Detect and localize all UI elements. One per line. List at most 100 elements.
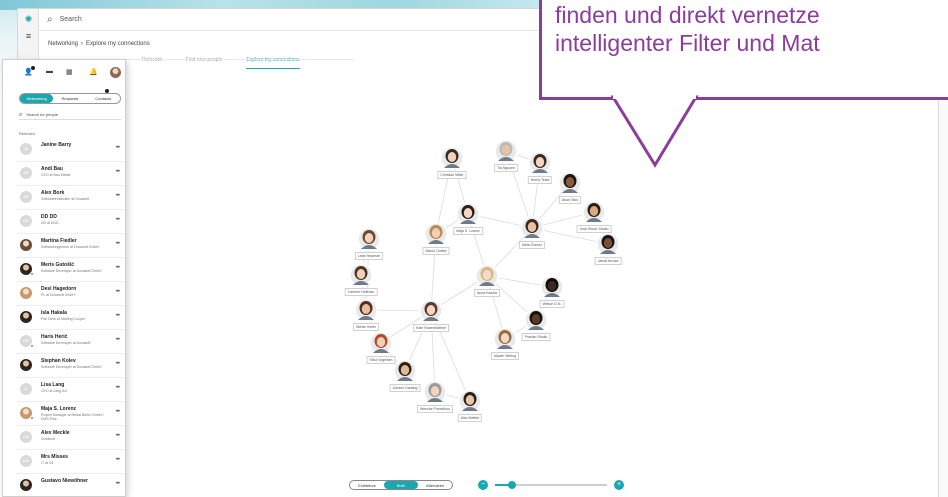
more-options-icon[interactable]: ••• [116,313,120,319]
zoom-slider[interactable] [495,481,607,489]
more-options-icon[interactable]: ••• [116,361,120,367]
list-item[interactable]: JB Janine Barry ••• [17,138,125,162]
more-options-icon[interactable]: ••• [116,457,120,463]
avatar: AM [20,431,32,443]
network-node-label: Alex Mettler [457,414,483,422]
avatar: DD [20,215,32,227]
network-node-label: José Sinclo Studio [576,225,612,233]
network-node[interactable] [424,222,448,246]
user-avatar[interactable] [110,67,121,78]
segment-networking[interactable]: Networking [20,94,54,103]
person-title: CEO at Lang AG [41,389,68,393]
network-node-label: Maja S. Lorenz [453,227,483,235]
person-name: Alex Bork [41,190,65,196]
more-options-icon[interactable]: ••• [116,217,120,223]
more-options-icon[interactable]: ••• [116,409,120,415]
network-node[interactable] [520,216,544,240]
avatar: AB [20,167,32,179]
list-item[interactable]: HH Haris Herić Software Developer at Dovas… [17,330,125,354]
list-item[interactable]: AM Alex Meckle Dovasoft ••• [17,426,125,450]
network-node[interactable] [423,380,447,404]
more-options-icon[interactable]: ••• [116,193,120,199]
more-options-icon[interactable]: ••• [116,337,120,343]
contacts-badge [105,89,109,93]
list-item[interactable]: MM Mrs Misses IT at Ctl ••• [17,450,125,474]
people-search-input[interactable]: ⌕ Search for people [19,110,121,120]
network-node-label: Maxim Weling [491,352,519,360]
list-item[interactable]: Isla Hakala File Clerk at Starling Cooper… [17,306,125,330]
zoom-in-button[interactable]: + [614,480,624,490]
network-node[interactable] [393,359,417,383]
list-item[interactable]: Maja S. Lorenz Project Manager at Medai B… [17,402,125,426]
online-status-dot [30,272,34,276]
avatar [20,359,32,371]
network-node[interactable] [357,227,381,251]
bell-icon[interactable]: 🔔 [89,68,98,76]
calendar-icon[interactable]: ▦ [66,68,73,76]
more-options-icon[interactable]: ••• [116,169,120,175]
person-name: Mrs Misses [41,454,68,460]
more-options-icon[interactable]: ••• [116,385,120,391]
person-name: Lisa Lang [41,382,65,388]
network-node[interactable] [354,298,378,322]
person-name: Martina Fiedler [41,238,77,244]
network-node[interactable] [456,202,480,226]
more-options-icon[interactable]: ••• [116,265,120,271]
zoom-slider-knob[interactable] [507,481,516,489]
list-item[interactable]: Meris Gutošić Software Developer at Dovas… [17,258,125,282]
list-item[interactable]: LL Lisa Lang CEO at Lang AG ••• [17,378,125,402]
network-node-label: Jamal Arruda [594,257,622,265]
network-node[interactable] [582,200,606,224]
person-name: Maja S. Lorenz [41,406,77,412]
network-node[interactable] [440,146,464,170]
network-node[interactable] [540,275,564,299]
network-node[interactable] [493,327,517,351]
network-node-label: Marco Guttek [422,247,450,255]
network-node[interactable] [349,263,373,287]
more-options-icon[interactable]: ••• [116,145,120,151]
more-options-icon[interactable]: ••• [116,241,120,247]
list-item[interactable]: Desi Hagedorn PL at Dovasoft GmbH ••• [17,282,125,306]
panel-segment-control: Networking Requests Contacts [19,93,121,104]
list-item[interactable]: AB Alex Bork Softwareentwickler at Dovasof… [17,186,125,210]
list-item[interactable]: AB Andi Bau CEO at Bau Media ••• [17,162,125,186]
person-title: Software Developer at Dovasoft [41,341,91,345]
network-node[interactable] [596,232,620,256]
list-item[interactable]: DD DD DD DD at DDD ••• [17,210,125,234]
avatar: MM [20,455,32,467]
list-item[interactable]: Martina Fiedler Softwareingenieur at Dova… [17,234,125,258]
online-status-dot [30,344,34,348]
segment-both[interactable]: Both [384,481,418,489]
avatar [20,311,32,323]
network-node[interactable] [419,299,443,323]
avatar: JB [20,143,32,155]
network-node[interactable] [524,308,548,332]
network-node-label: Wencke Poerivlirou [416,405,454,413]
segment-requests[interactable]: Requests [53,94,86,103]
person-title: Softwareingenieur at Dovasoft GmbH [41,245,99,249]
section-label: Relevant [19,131,35,136]
network-node-label: Weson D.N. [539,300,565,308]
segment-contacts[interactable]: Contacts [87,94,120,103]
network-node-label: Leila Newman [354,252,384,260]
person-name: Gustavo Niewöhner [41,478,88,484]
segment-exhibitors[interactable]: Exhibitors [350,481,384,489]
segment-attendees[interactable]: Attendees [418,481,452,489]
network-node[interactable] [558,171,582,195]
zoom-out-button[interactable]: − [478,480,488,490]
person-title: DD at DDD [41,221,59,225]
more-options-icon[interactable]: ••• [116,433,120,439]
list-item[interactable]: Stephan Kolev Software Developer at Dovas… [17,354,125,378]
network-node[interactable] [494,139,518,163]
people-search-placeholder: Search for people [26,112,58,117]
network-node[interactable] [475,264,499,288]
network-node[interactable] [528,151,552,175]
network-node-label: Tia Nguyen [494,164,518,172]
chat-icon[interactable]: ▬ [46,68,53,75]
network-node[interactable] [369,331,393,355]
more-options-icon[interactable]: ••• [116,481,120,487]
person-name: Stephan Kolev [41,358,76,364]
network-node[interactable] [458,389,482,413]
list-item[interactable]: Gustavo Niewöhner ••• [17,474,125,496]
more-options-icon[interactable]: ••• [116,289,120,295]
